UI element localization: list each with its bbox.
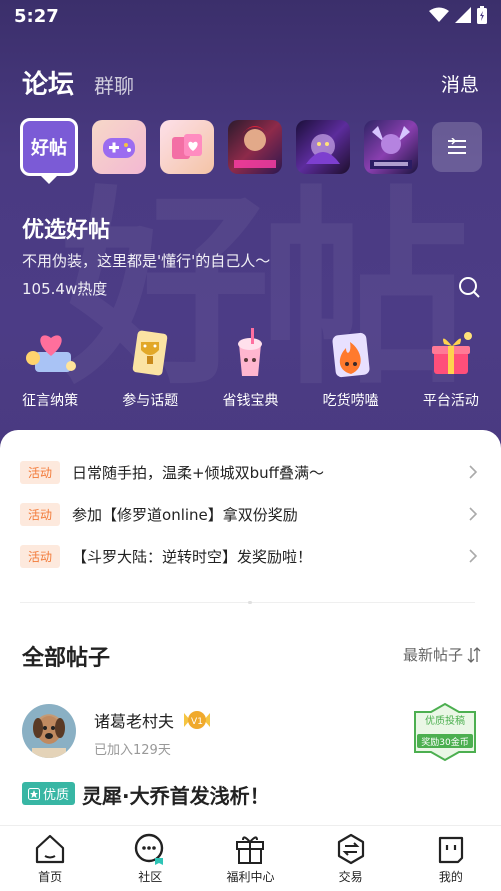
forum-game-kof[interactable]	[228, 120, 282, 174]
drink-cup-icon	[238, 328, 263, 376]
forum-game[interactable]	[92, 120, 146, 174]
post-author[interactable]: 诸葛老村夫 V1	[94, 708, 212, 732]
exchange-icon	[337, 833, 364, 865]
level-badge-icon: V1	[184, 711, 211, 729]
game-cover-moshi	[370, 126, 412, 169]
category-label: 省钱宝典	[222, 393, 279, 409]
nav-label: 社区	[138, 870, 163, 884]
status-time: 5:27	[14, 6, 59, 27]
flame-food-icon	[332, 332, 370, 378]
game-cover-kof	[234, 126, 276, 168]
content-card: 活动 日常随手拍，温柔+倾城双buff叠满～ 活动 参加【修罗道online】拿…	[0, 430, 501, 825]
status-icons	[429, 6, 487, 24]
announcement-item[interactable]: 活动 日常随手拍，温柔+倾城双buff叠满～	[20, 460, 480, 484]
nav-profile[interactable]: 我的	[401, 826, 501, 891]
signal-icon	[455, 7, 471, 23]
selected-pointer	[41, 176, 57, 184]
announcement-text: 日常随手拍，温柔+倾城双buff叠满～	[72, 463, 324, 482]
wifi-icon	[429, 7, 449, 22]
bottom-nav: 首页 社区 福利中心 交易 我的	[0, 825, 501, 891]
activity-badge: 活动	[20, 502, 61, 526]
activity-badge: 活动	[20, 460, 61, 484]
community-chat-icon	[135, 833, 164, 865]
game-cover-shura	[306, 134, 340, 164]
star-box-icon	[28, 787, 40, 800]
battery-icon	[477, 6, 487, 24]
chevron-right-icon	[469, 549, 478, 563]
section-title: 优选好帖	[22, 218, 111, 243]
category-zhengyan[interactable]: 征言纳策	[0, 326, 100, 410]
carousel-indicator	[248, 601, 252, 604]
category-row: 征言纳策 参与话题 省钱宝典 吃货唠嗑 平台活动	[0, 326, 501, 410]
nav-label: 我的	[438, 870, 463, 884]
sort-arrows-icon	[467, 646, 481, 663]
nav-home[interactable]: 首页	[0, 826, 100, 891]
level-text: V1	[191, 717, 203, 727]
announcement-text: 参加【修罗道online】拿双份奖励	[72, 505, 298, 524]
game-controller-icon	[103, 138, 135, 158]
nav-trade[interactable]: 交易	[301, 826, 401, 891]
category-topics[interactable]: 参与话题	[100, 326, 200, 410]
heart-envelope-icon	[26, 335, 77, 372]
announcement-item[interactable]: 活动 【斗罗大陆：逆转时空】发奖励啦！	[20, 544, 480, 568]
gift-box-icon	[431, 332, 472, 374]
hero-banner: 好帖 5:27 论坛 群聊 消息 好帖 优选好帖 不用伪装，这里都是'懂行'的自…	[0, 0, 501, 460]
messages-button[interactable]: 消息	[441, 70, 479, 97]
list-menu-icon	[448, 138, 466, 154]
author-name: 诸葛老村夫	[94, 712, 175, 731]
stamp-top-text: 优质投稿	[425, 714, 465, 727]
section-subtitle: 不用伪装，这里都是'懂行'的自己人～	[22, 252, 271, 270]
category-label: 征言纳策	[22, 393, 79, 409]
quality-reward-stamp-icon: 优质投稿 奖励30金币	[414, 702, 476, 762]
category-foodies[interactable]: 吃货唠嗑	[301, 326, 401, 410]
category-label: 平台活动	[422, 393, 479, 409]
quality-badge-label: 优质	[43, 788, 70, 803]
category-savings[interactable]: 省钱宝典	[200, 326, 300, 410]
posts-title: 全部帖子	[22, 646, 111, 671]
forum-game-shura[interactable]	[296, 120, 350, 174]
quality-badge: 优质	[22, 782, 76, 805]
announcement-text: 【斗罗大陆：逆转时空】发奖励啦！	[72, 547, 313, 566]
search-icon[interactable]	[457, 275, 481, 299]
category-label: 参与话题	[122, 393, 179, 409]
forum-social[interactable]	[160, 120, 214, 174]
nav-community[interactable]: 社区	[100, 826, 200, 891]
forum-game-moshi[interactable]	[364, 120, 418, 174]
nav-label: 福利中心	[226, 870, 275, 884]
heart-card-icon	[172, 134, 202, 159]
forum-icon-row: 好帖	[20, 118, 482, 176]
category-label: 吃货唠嗑	[322, 393, 379, 409]
gift-icon	[236, 836, 265, 864]
nav-welfare[interactable]: 福利中心	[200, 826, 300, 891]
forum-haotie-selected[interactable]: 好帖	[20, 118, 78, 176]
joined-days: 已加入129天	[94, 743, 171, 758]
activity-badge: 活动	[20, 544, 61, 568]
post-title[interactable]: 灵犀·大乔首发浅析！	[82, 780, 270, 809]
chevron-right-icon	[469, 465, 478, 479]
stamp-bottom-text: 奖励30金币	[421, 736, 468, 748]
status-bar: 5:27	[0, 0, 501, 34]
home-icon	[35, 834, 65, 864]
top-tabs: 论坛 群聊	[22, 64, 134, 101]
category-platform[interactable]: 平台活动	[401, 326, 501, 410]
nav-label: 首页	[38, 870, 63, 884]
tab-group-chat[interactable]: 群聊	[94, 70, 134, 99]
profile-icon	[438, 836, 463, 864]
avatar[interactable]	[22, 704, 76, 758]
nav-label: 交易	[338, 870, 363, 884]
sort-button[interactable]: 最新帖子	[403, 644, 481, 665]
forum-list-menu[interactable]	[432, 122, 482, 172]
forum-haotie-label: 好帖	[31, 138, 67, 159]
sort-label: 最新帖子	[402, 646, 463, 664]
trophy-card-icon	[133, 330, 168, 376]
announcement-item[interactable]: 活动 参加【修罗道online】拿双份奖励	[20, 502, 480, 526]
section-heat: 105.4w热度	[22, 280, 108, 298]
chevron-right-icon	[469, 507, 478, 521]
tab-forum[interactable]: 论坛	[22, 64, 74, 101]
dog-avatar-image	[32, 716, 66, 758]
